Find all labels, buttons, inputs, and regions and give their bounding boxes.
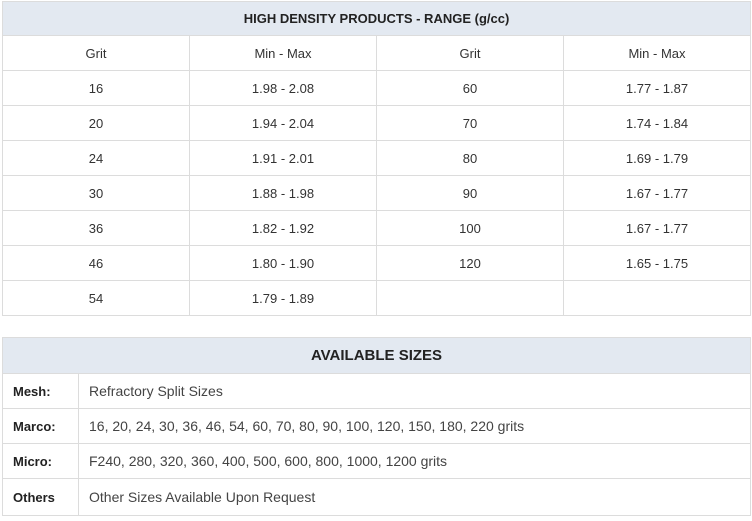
grit-cell: 16 [2, 70, 190, 106]
size-label-marco: Marco: [2, 408, 79, 444]
range-cell: 1.80 - 1.90 [189, 245, 377, 281]
size-label-mesh: Mesh: [2, 373, 79, 409]
column-header-grit: Grit [2, 35, 190, 71]
grit-cell: 46 [2, 245, 190, 281]
range-cell: 1.91 - 2.01 [189, 140, 377, 176]
range-cell [563, 280, 751, 316]
size-value-micro: F240, 280, 320, 360, 400, 500, 600, 800,… [78, 443, 751, 479]
grit-cell: 54 [2, 280, 190, 316]
range-cell: 1.79 - 1.89 [189, 280, 377, 316]
grit-cell: 30 [2, 175, 190, 211]
grit-cell: 70 [376, 105, 564, 141]
range-cell: 1.65 - 1.75 [563, 245, 751, 281]
range-cell: 1.67 - 1.77 [563, 175, 751, 211]
size-value-mesh: Refractory Split Sizes [78, 373, 751, 409]
range-cell: 1.88 - 1.98 [189, 175, 377, 211]
size-label-micro: Micro: [2, 443, 79, 479]
sizes-table-title: AVAILABLE SIZES [2, 337, 751, 374]
grit-cell: 36 [2, 210, 190, 246]
table-row: Marco: 16, 20, 24, 30, 36, 46, 54, 60, 7… [2, 408, 751, 444]
range-cell: 1.82 - 1.92 [189, 210, 377, 246]
table-row: 24 1.91 - 2.01 80 1.69 - 1.79 [2, 140, 751, 176]
table-row: Others Other Sizes Available Upon Reques… [2, 478, 751, 516]
table-row: 46 1.80 - 1.90 120 1.65 - 1.75 [2, 245, 751, 281]
grit-cell: 100 [376, 210, 564, 246]
range-cell: 1.77 - 1.87 [563, 70, 751, 106]
density-table-title: HIGH DENSITY PRODUCTS - RANGE (g/cc) [2, 1, 751, 36]
size-label-others: Others [2, 478, 79, 516]
size-value-others: Other Sizes Available Upon Request [78, 478, 751, 516]
column-header-grit: Grit [376, 35, 564, 71]
grit-cell: 20 [2, 105, 190, 141]
range-cell: 1.94 - 2.04 [189, 105, 377, 141]
grit-cell: 60 [376, 70, 564, 106]
column-header-min-max: Min - Max [563, 35, 751, 71]
table-row: 54 1.79 - 1.89 [2, 280, 751, 316]
grit-cell: 120 [376, 245, 564, 281]
table-row: 30 1.88 - 1.98 90 1.67 - 1.77 [2, 175, 751, 211]
range-cell: 1.67 - 1.77 [563, 210, 751, 246]
grit-cell: 80 [376, 140, 564, 176]
grit-cell: 24 [2, 140, 190, 176]
range-cell: 1.98 - 2.08 [189, 70, 377, 106]
table-row: 36 1.82 - 1.92 100 1.67 - 1.77 [2, 210, 751, 246]
density-range-table: HIGH DENSITY PRODUCTS - RANGE (g/cc) Gri… [2, 1, 751, 316]
table-row: 20 1.94 - 2.04 70 1.74 - 1.84 [2, 105, 751, 141]
available-sizes-table: AVAILABLE SIZES Mesh: Refractory Split S… [2, 337, 751, 516]
range-cell: 1.74 - 1.84 [563, 105, 751, 141]
table-row: Micro: F240, 280, 320, 360, 400, 500, 60… [2, 443, 751, 479]
grit-cell [376, 280, 564, 316]
table-row: 16 1.98 - 2.08 60 1.77 - 1.87 [2, 70, 751, 106]
column-header-min-max: Min - Max [189, 35, 377, 71]
size-value-marco: 16, 20, 24, 30, 36, 46, 54, 60, 70, 80, … [78, 408, 751, 444]
table-row: Mesh: Refractory Split Sizes [2, 373, 751, 409]
range-cell: 1.69 - 1.79 [563, 140, 751, 176]
grit-cell: 90 [376, 175, 564, 211]
